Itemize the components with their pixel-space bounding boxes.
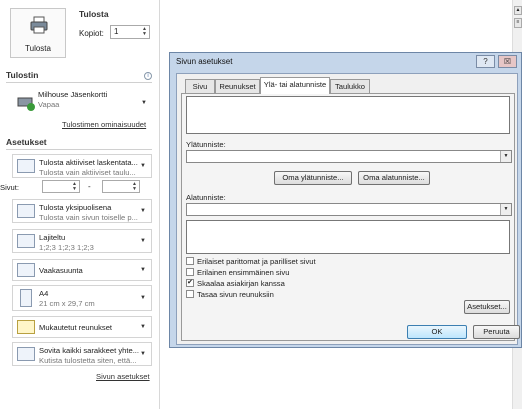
- footer-select[interactable]: ▼: [186, 203, 512, 216]
- printer-properties-link[interactable]: Tulostimen ominaisuudet: [62, 120, 146, 129]
- divider: [6, 82, 152, 83]
- print-button-label: Tulosta: [25, 44, 51, 53]
- chevron-down-icon: ▼: [500, 204, 511, 215]
- print-what-dropdown[interactable]: Tulosta aktiiviset laskentata... Tulosta…: [12, 154, 152, 178]
- ok-button[interactable]: OK: [407, 325, 467, 339]
- tab-header-footer[interactable]: Ylä- tai alatunniste: [260, 77, 330, 94]
- scale-with-doc-label: Skaalaa asiakirjan kanssa: [197, 279, 285, 288]
- chevron-down-icon: ▼: [140, 295, 146, 301]
- margins-star-icon: [17, 320, 35, 334]
- landscape-icon: [17, 263, 35, 277]
- scroll-thumb[interactable]: ≡: [514, 18, 522, 28]
- paper-icon: [20, 289, 32, 307]
- pages-to-input[interactable]: ▲ ▼: [102, 180, 140, 193]
- header-footer-panel: Ylätunniste: ▼ Oma ylätunniste... Oma al…: [181, 93, 515, 341]
- scaling-title: Sovita kaikki sarakkeet yhte...: [39, 346, 140, 355]
- orientation-dropdown[interactable]: Vaakasuunta ▼: [12, 259, 152, 281]
- margins-title: Mukautetut reunukset: [39, 323, 113, 332]
- orientation-title: Vaakasuunta: [39, 266, 83, 275]
- scaling-desc: Kutista tulostetta siten, että...: [39, 356, 137, 365]
- sides-desc: Tulosta vain sivun toiselle p...: [39, 213, 138, 222]
- scale-with-doc-checkbox[interactable]: ✔: [186, 279, 194, 287]
- paper-title: A4: [39, 289, 49, 298]
- settings-section-title: Asetukset: [6, 137, 47, 147]
- print-title: Tulosta: [79, 9, 109, 19]
- align-margins-label: Tasaa sivun reunuksiin: [197, 290, 274, 299]
- paper-size-dropdown[interactable]: A4 21 cm x 29,7 cm ▼: [12, 285, 152, 311]
- printer-status-icon: [17, 97, 35, 111]
- one-sided-icon: [17, 204, 35, 218]
- sides-dropdown[interactable]: Tulosta yksipuolisena Tulosta vain sivun…: [12, 199, 152, 223]
- cancel-button[interactable]: Peruuta: [473, 325, 520, 339]
- printer-section-title: Tulostin: [6, 70, 39, 80]
- header-select[interactable]: ▼: [186, 150, 512, 163]
- collate-dropdown[interactable]: Lajiteltu 1;2;3 1;2;3 1;2;3 ▼: [12, 229, 152, 253]
- copies-label: Kopiot:: [79, 29, 104, 38]
- printer-dropdown[interactable]: Milhouse Jäsenkortti Vapaa ▼: [12, 87, 152, 119]
- paper-desc: 21 cm x 29,7 cm: [39, 299, 95, 308]
- sheet-icon: [17, 159, 35, 173]
- first-page-label: Erilainen ensimmäinen sivu: [197, 268, 290, 277]
- print-what-title: Tulosta aktiiviset laskentata...: [39, 158, 138, 167]
- scroll-up-icon[interactable]: ▲: [514, 6, 522, 15]
- info-icon[interactable]: i: [144, 72, 152, 80]
- collate-title: Lajiteltu: [39, 233, 66, 242]
- header-preview: [186, 96, 510, 134]
- print-button[interactable]: Tulosta: [10, 8, 66, 58]
- tab-reunukset[interactable]: Reunukset: [215, 79, 260, 93]
- chevron-down-icon: ▼: [141, 100, 147, 106]
- pages-label: Sivut:: [0, 183, 19, 192]
- page-setup-link[interactable]: Sivun asetukset: [96, 372, 150, 381]
- copies-input[interactable]: 1 ▲ ▼: [110, 25, 150, 39]
- options-button[interactable]: Asetukset...: [464, 300, 510, 314]
- margins-dropdown[interactable]: Mukautetut reunukset ▼: [12, 316, 152, 338]
- footer-label: Alatunniste:: [186, 193, 226, 202]
- dialog-title: Sivun asetukset: [176, 57, 233, 66]
- collate-icon: [17, 234, 35, 248]
- printer-name: Milhouse Jäsenkortti: [38, 90, 108, 99]
- printer-status: Vapaa: [38, 100, 60, 109]
- dialog-body: Sivu Reunukset Ylä- tai alatunniste Taul…: [176, 73, 518, 345]
- custom-footer-button[interactable]: Oma alatunniste...: [358, 171, 430, 185]
- scaling-icon: [17, 347, 35, 361]
- footer-preview: [186, 220, 510, 254]
- chevron-down-icon: ▼: [140, 267, 146, 273]
- collate-desc: 1;2;3 1;2;3 1;2;3: [39, 243, 94, 252]
- first-page-checkbox[interactable]: [186, 268, 194, 276]
- scaling-dropdown[interactable]: Sovita kaikki sarakkeet yhte... Kutista …: [12, 342, 152, 366]
- help-button[interactable]: ?: [476, 55, 495, 68]
- sides-title: Tulosta yksipuolisena: [39, 203, 112, 212]
- tab-sivu[interactable]: Sivu: [185, 79, 215, 93]
- chevron-down-icon: ▼: [140, 208, 146, 214]
- chevron-down-icon: ▼: [140, 324, 146, 330]
- copies-spinner-icon[interactable]: ▲ ▼: [142, 27, 147, 37]
- header-label: Ylätunniste:: [186, 140, 226, 149]
- chevron-down-icon: ▼: [140, 238, 146, 244]
- print-what-desc: Tulosta vain aktiiviset taulu...: [39, 168, 136, 177]
- odd-even-label: Erilaiset parittomat ja parilliset sivut: [197, 257, 316, 266]
- custom-header-button[interactable]: Oma ylätunniste...: [274, 171, 352, 185]
- printer-icon: [30, 16, 48, 34]
- copies-value: 1: [114, 27, 119, 36]
- spinner-icon[interactable]: ▲ ▼: [132, 182, 137, 192]
- pages-from-input[interactable]: ▲ ▼: [42, 180, 80, 193]
- tab-taulukko[interactable]: Taulukko: [330, 79, 370, 93]
- page-setup-dialog: Sivun asetukset ? ☒ Sivu Reunukset Ylä- …: [169, 52, 522, 348]
- chevron-down-icon: ▼: [140, 163, 146, 169]
- align-margins-checkbox[interactable]: [186, 290, 194, 298]
- chevron-down-icon: ▼: [140, 351, 146, 357]
- divider: [6, 149, 152, 150]
- spinner-icon[interactable]: ▲ ▼: [72, 182, 77, 192]
- chevron-down-icon: ▼: [500, 151, 511, 162]
- odd-even-checkbox[interactable]: [186, 257, 194, 265]
- close-button[interactable]: ☒: [498, 55, 517, 68]
- print-panel: Tulosta Tulosta Kopiot: 1 ▲ ▼ Tulostin i …: [0, 0, 160, 409]
- pages-separator: -: [88, 182, 91, 191]
